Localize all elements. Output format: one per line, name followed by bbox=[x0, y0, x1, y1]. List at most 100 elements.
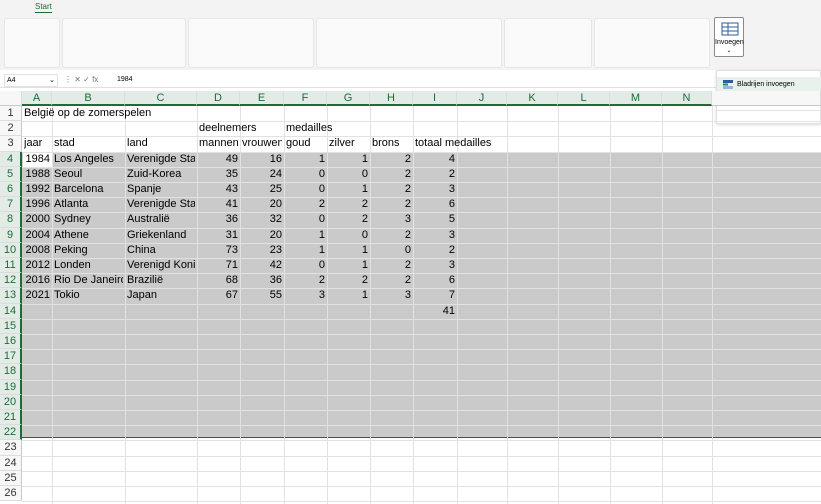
table-cell[interactable]: 7 bbox=[415, 288, 455, 303]
row-header-25[interactable]: 25 bbox=[0, 470, 22, 486]
header-cell-brons[interactable]: brons bbox=[372, 136, 411, 151]
table-cell[interactable]: 1992 bbox=[24, 182, 50, 197]
table-cell[interactable]: 2 bbox=[372, 197, 411, 212]
table-cell[interactable]: 0 bbox=[286, 167, 325, 182]
column-header-h[interactable]: H bbox=[370, 91, 413, 106]
row-header-20[interactable]: 20 bbox=[0, 394, 22, 410]
column-header-b[interactable]: B bbox=[52, 91, 125, 106]
table-cell[interactable]: 43 bbox=[199, 182, 238, 197]
table-cell[interactable]: 1 bbox=[286, 152, 325, 167]
table-cell[interactable]: Brazilië bbox=[127, 273, 195, 288]
table-cell[interactable]: 2 bbox=[372, 228, 411, 243]
table-cell[interactable]: 2 bbox=[372, 258, 411, 273]
table-cell[interactable]: 3 bbox=[415, 182, 455, 197]
table-cell[interactable]: Zuid-Korea bbox=[127, 167, 195, 182]
table-cell[interactable]: Tokio bbox=[54, 288, 123, 303]
table-cell[interactable]: 55 bbox=[242, 288, 282, 303]
table-cell[interactable]: 6 bbox=[415, 273, 455, 288]
table-cell[interactable]: Japan bbox=[127, 288, 195, 303]
header-cell-mannen[interactable]: mannen bbox=[199, 136, 238, 151]
table-cell[interactable]: Athene bbox=[54, 228, 123, 243]
row-header-24[interactable]: 24 bbox=[0, 455, 22, 471]
table-cell[interactable]: 2 bbox=[329, 273, 368, 288]
table-cell[interactable]: 3 bbox=[372, 288, 411, 303]
table-cell[interactable]: 2 bbox=[415, 243, 455, 258]
table-cell[interactable]: 3 bbox=[372, 212, 411, 227]
column-header-d[interactable]: D bbox=[197, 91, 240, 106]
table-cell[interactable]: 3 bbox=[415, 228, 455, 243]
column-header-g[interactable]: G bbox=[327, 91, 370, 106]
table-cell[interactable]: 2008 bbox=[24, 243, 50, 258]
table-cell[interactable]: Londen bbox=[54, 258, 123, 273]
header-cell-land[interactable]: land bbox=[127, 136, 195, 151]
row-header-9[interactable]: 9 bbox=[0, 227, 22, 243]
table-cell[interactable]: 71 bbox=[199, 258, 238, 273]
row-header-26[interactable]: 26 bbox=[0, 486, 22, 502]
table-cell[interactable]: 3 bbox=[415, 258, 455, 273]
total-medals-cell[interactable]: 41 bbox=[415, 304, 455, 319]
table-cell[interactable]: 1 bbox=[286, 243, 325, 258]
row-header-13[interactable]: 13 bbox=[0, 288, 22, 304]
row-header-14[interactable]: 14 bbox=[0, 303, 22, 319]
table-cell[interactable]: 2012 bbox=[24, 258, 50, 273]
table-cell[interactable]: 0 bbox=[286, 182, 325, 197]
row-header-23[interactable]: 23 bbox=[0, 440, 22, 456]
table-cell[interactable]: 1 bbox=[329, 182, 368, 197]
table-cell[interactable]: Seoul bbox=[54, 167, 123, 182]
table-cell[interactable]: 16 bbox=[242, 152, 282, 167]
column-header-l[interactable]: L bbox=[558, 91, 610, 106]
table-cell[interactable]: 2 bbox=[372, 152, 411, 167]
row-header-10[interactable]: 10 bbox=[0, 242, 22, 258]
header-cell-goud[interactable]: goud bbox=[286, 136, 325, 151]
spreadsheet-grid[interactable]: A B C D E F G H I J K L M N 1 2 3 4 5 6 7 8 9 10 11 12 13 14 15 16 17 1… bbox=[0, 91, 821, 504]
header-cell-zilver[interactable]: zilver bbox=[329, 136, 368, 151]
table-cell[interactable]: 2000 bbox=[24, 212, 50, 227]
table-cell[interactable]: 1 bbox=[286, 228, 325, 243]
table-cell[interactable]: 1996 bbox=[24, 197, 50, 212]
table-cell[interactable]: Sydney bbox=[54, 212, 123, 227]
row-header-5[interactable]: 5 bbox=[0, 166, 22, 182]
tab-start[interactable]: Start bbox=[35, 2, 52, 13]
table-cell[interactable]: 68 bbox=[199, 273, 238, 288]
table-cell[interactable]: 2 bbox=[415, 167, 455, 182]
row-header-12[interactable]: 12 bbox=[0, 273, 22, 289]
insert-button[interactable]: Invoegen ⌄ bbox=[714, 17, 744, 57]
table-cell[interactable]: 2 bbox=[372, 273, 411, 288]
table-cell[interactable]: 0 bbox=[372, 243, 411, 258]
table-cell[interactable]: 1 bbox=[329, 288, 368, 303]
table-cell[interactable]: 1988 bbox=[24, 167, 50, 182]
table-cell[interactable]: 0 bbox=[286, 212, 325, 227]
table-cell[interactable]: 25 bbox=[242, 182, 282, 197]
table-cell[interactable]: 67 bbox=[199, 288, 238, 303]
table-cell[interactable]: 2 bbox=[286, 197, 325, 212]
table-cell[interactable]: 20 bbox=[242, 228, 282, 243]
column-header-e[interactable]: E bbox=[240, 91, 284, 106]
table-cell[interactable]: 0 bbox=[329, 167, 368, 182]
table-cell[interactable]: 36 bbox=[242, 273, 282, 288]
table-cell[interactable]: Verenigd Koninkrijk bbox=[127, 258, 195, 273]
row-header-4[interactable]: 4 bbox=[0, 151, 22, 167]
column-header-a[interactable]: A bbox=[22, 91, 52, 106]
table-cell[interactable]: 2 bbox=[329, 212, 368, 227]
column-header-i[interactable]: I bbox=[413, 91, 457, 106]
chevron-down-icon[interactable]: ⌄ bbox=[49, 76, 55, 84]
table-cell[interactable]: 31 bbox=[199, 228, 238, 243]
table-cell[interactable]: 23 bbox=[242, 243, 282, 258]
row-header-17[interactable]: 17 bbox=[0, 349, 22, 365]
table-cell[interactable]: 2016 bbox=[24, 273, 50, 288]
row-header-7[interactable]: 7 bbox=[0, 197, 22, 213]
name-box[interactable]: A4 ⌄ bbox=[4, 74, 58, 87]
column-header-f[interactable]: F bbox=[284, 91, 327, 106]
header-cell-vrouwen[interactable]: vrouwen bbox=[242, 136, 282, 151]
column-header-blank[interactable] bbox=[712, 91, 821, 106]
table-cell[interactable]: 0 bbox=[329, 228, 368, 243]
row-header-11[interactable]: 11 bbox=[0, 258, 22, 274]
row-header-2[interactable]: 2 bbox=[0, 121, 22, 137]
row-header-21[interactable]: 21 bbox=[0, 410, 22, 426]
table-cell[interactable]: 3 bbox=[286, 288, 325, 303]
table-cell[interactable]: 2004 bbox=[24, 228, 50, 243]
header-cell-jaar[interactable]: jaar bbox=[24, 136, 50, 151]
row-header-15[interactable]: 15 bbox=[0, 318, 22, 334]
table-cell[interactable]: 1 bbox=[329, 152, 368, 167]
table-cell[interactable]: 2021 bbox=[24, 288, 50, 303]
